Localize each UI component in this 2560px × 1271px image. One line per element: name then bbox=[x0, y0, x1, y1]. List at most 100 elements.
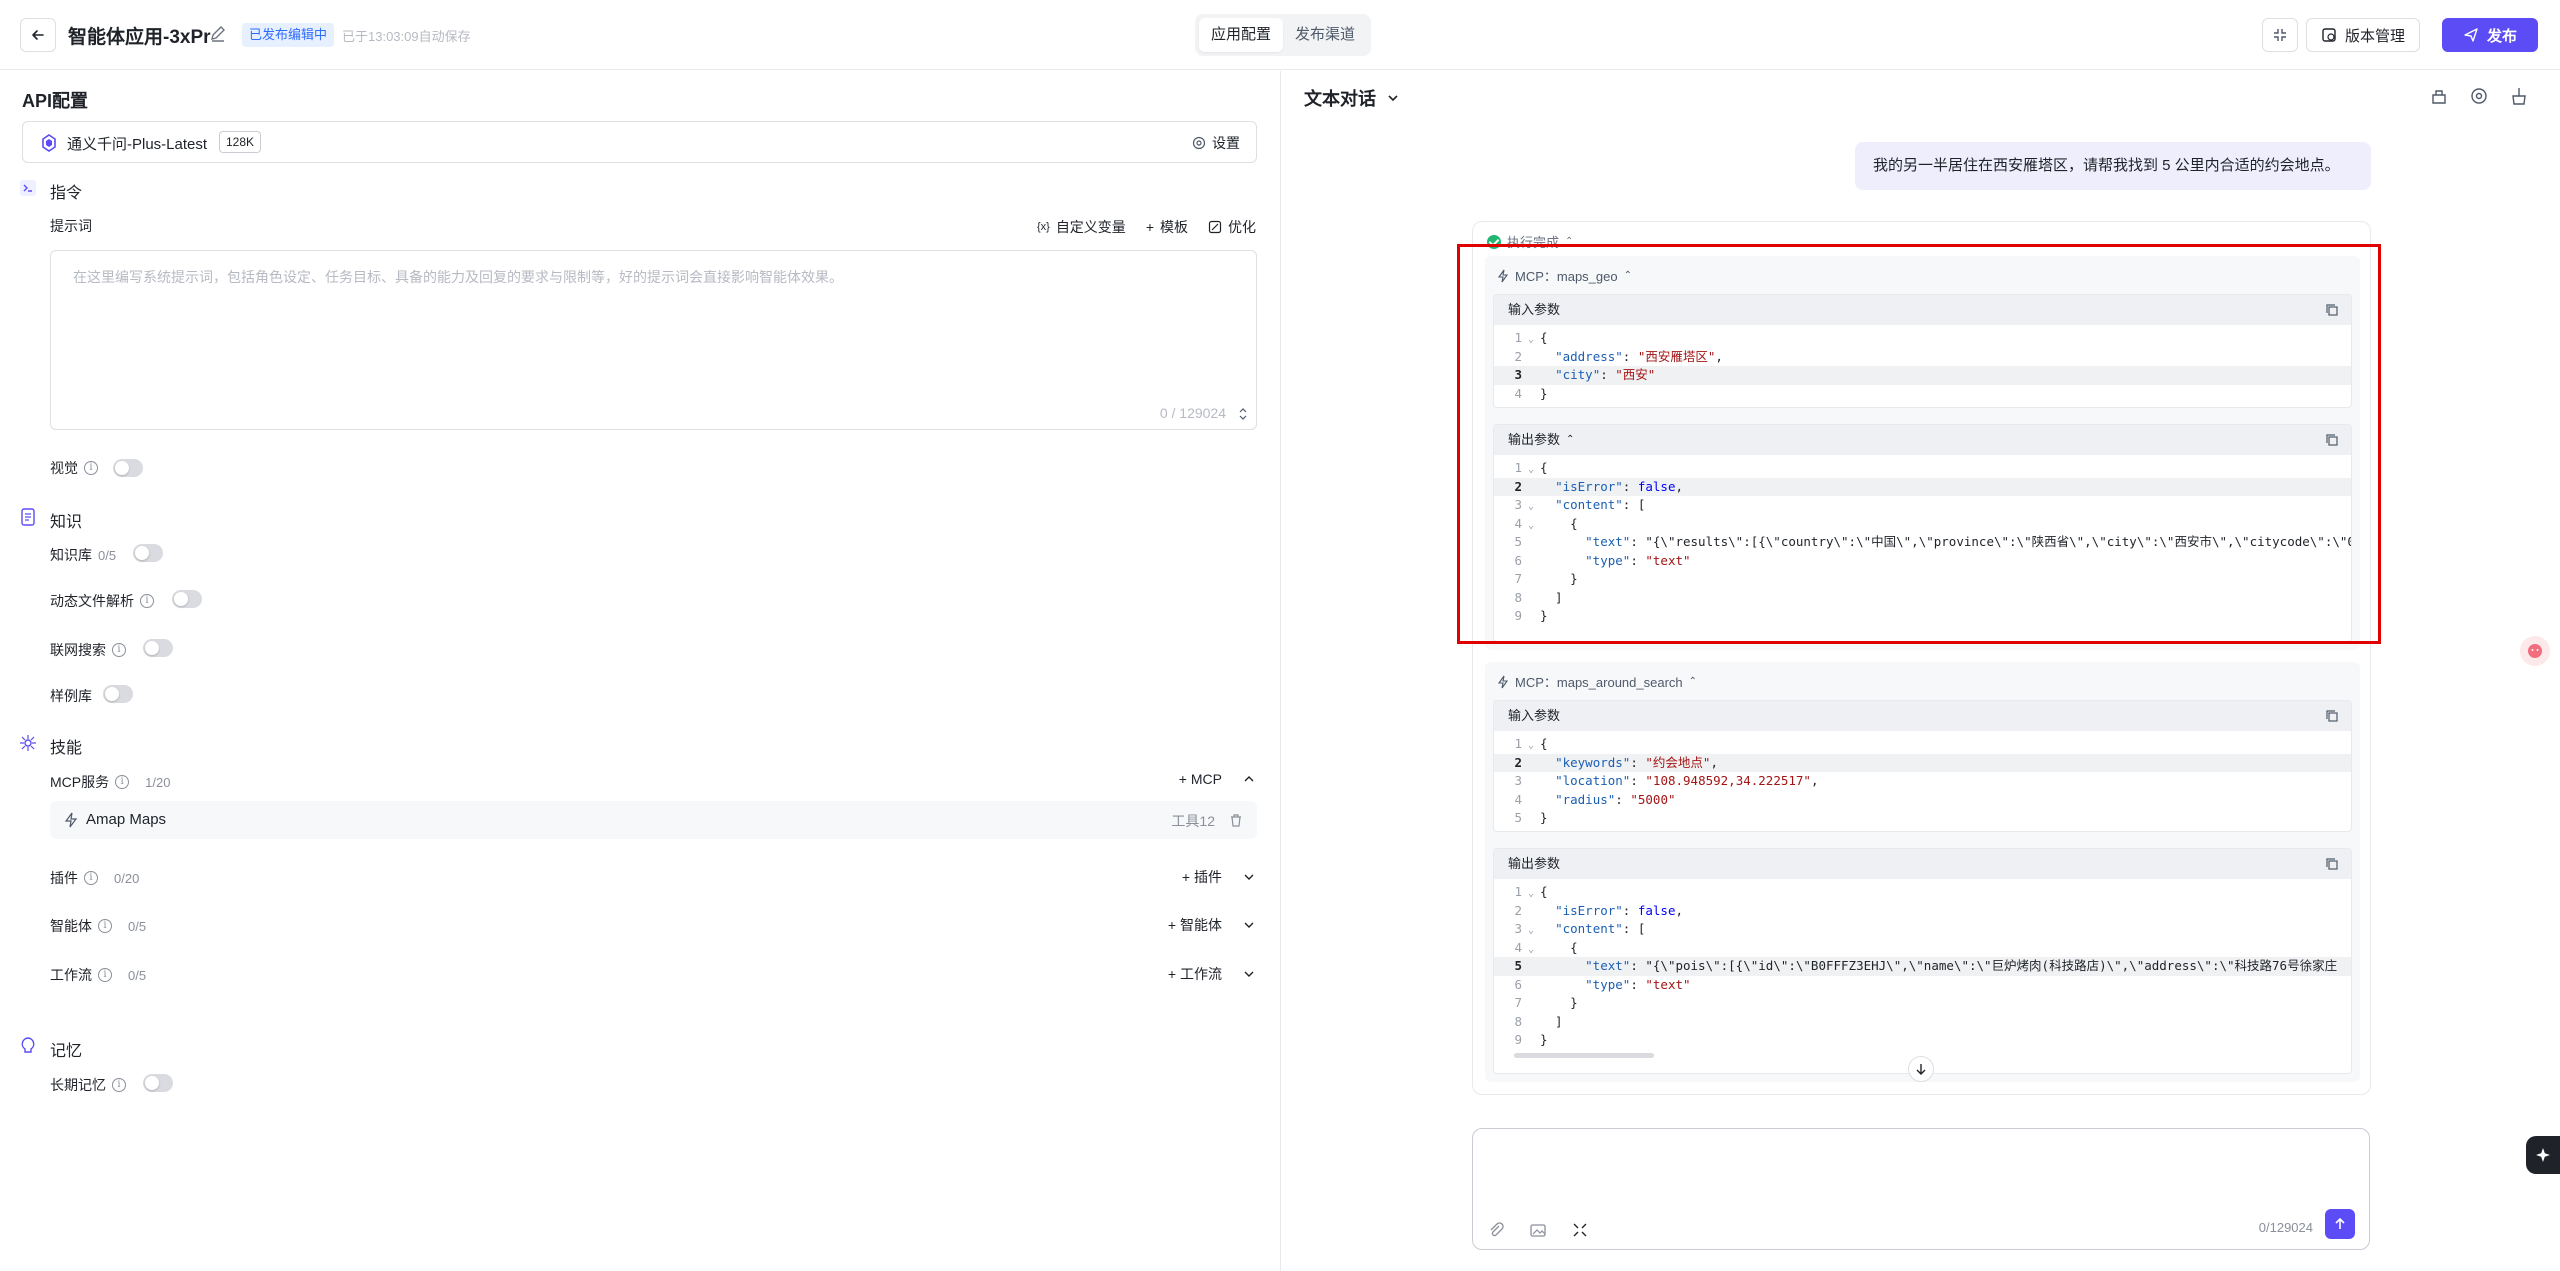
info-icon: i bbox=[140, 594, 154, 608]
add-agent-label: 智能体 bbox=[1180, 917, 1222, 933]
info-icon: i bbox=[84, 871, 98, 885]
doc-parse-toggle[interactable] bbox=[172, 590, 202, 608]
web-search-toggle[interactable] bbox=[143, 639, 173, 657]
scroll-to-bottom-button[interactable] bbox=[1908, 1056, 1934, 1082]
chat-toolbar bbox=[2428, 85, 2530, 107]
bolt-icon bbox=[1497, 675, 1509, 688]
tab-app-config[interactable]: 应用配置 bbox=[1199, 18, 1284, 52]
doc-parse-text: 动态文件解析 bbox=[50, 593, 134, 609]
add-mcp-button[interactable]: + MCP bbox=[1179, 771, 1222, 787]
model-name: 通义千问-Plus-Latest bbox=[67, 136, 208, 153]
header-tabs: 应用配置 发布渠道 bbox=[1195, 14, 1372, 56]
api-config-title: API配置 bbox=[22, 91, 89, 111]
floating-ai-button[interactable] bbox=[2526, 1136, 2560, 1174]
long-term-memory-toggle[interactable] bbox=[143, 1074, 173, 1092]
knowledge-base-toggle[interactable] bbox=[133, 544, 163, 562]
vision-label: 视觉 i bbox=[50, 458, 98, 478]
optimize-icon bbox=[1208, 220, 1222, 234]
chevron-up-icon[interactable] bbox=[1242, 772, 1256, 786]
prompt-placeholder: 在这里编写系统提示词，包括角色设定、任务目标、具备的能力及回复的要求与限制等，好… bbox=[73, 269, 843, 285]
floating-assistant-icon[interactable] bbox=[2520, 636, 2550, 666]
arrow-up-icon bbox=[2335, 1217, 2345, 1229]
web-search-text: 联网搜索 bbox=[50, 642, 106, 658]
resize-icon[interactable] bbox=[1238, 407, 1248, 421]
examples-toggle[interactable] bbox=[103, 685, 133, 703]
add-plugin-label: 插件 bbox=[1194, 869, 1222, 885]
back-button[interactable] bbox=[20, 18, 56, 52]
custom-variable-button[interactable]: {x} 自定义变量 bbox=[1037, 217, 1126, 237]
mcp-label-text: MCP服务 bbox=[50, 774, 110, 790]
knowledge-title: 知识 bbox=[50, 514, 83, 531]
add-mcp-label: MCP bbox=[1190, 771, 1222, 787]
chevron-down-icon[interactable] bbox=[1242, 870, 1256, 884]
image-icon[interactable] bbox=[1529, 1221, 1547, 1239]
chevron-down-icon[interactable] bbox=[1242, 967, 1256, 981]
workflow-actions: + 工作流 bbox=[1168, 964, 1256, 984]
code-line: 4 "radius": "5000" bbox=[1514, 791, 1676, 807]
mcp-item-amap[interactable]: Amap Maps 工具12 bbox=[50, 801, 1257, 839]
template-label: 模板 bbox=[1160, 219, 1188, 235]
workflow-count: 0/5 bbox=[128, 967, 147, 983]
copy-icon[interactable] bbox=[2325, 857, 2339, 871]
attachment-icon[interactable] bbox=[1487, 1221, 1505, 1239]
variable-icon: {x} bbox=[1036, 221, 1050, 233]
plus-icon: + bbox=[1145, 219, 1154, 235]
version-management-button[interactable]: 版本管理 bbox=[2306, 18, 2421, 52]
plus-icon: + bbox=[1181, 869, 1194, 885]
input-counter: 0/129024 bbox=[2258, 1220, 2313, 1235]
long-term-memory-label: 长期记忆 i bbox=[50, 1075, 126, 1095]
chevron-down-icon[interactable] bbox=[1242, 918, 1256, 932]
plus-icon: + bbox=[1178, 771, 1191, 787]
web-search-label: 联网搜索 i bbox=[50, 640, 126, 660]
settings-icon bbox=[1192, 136, 1206, 150]
publish-button[interactable]: 发布 bbox=[2442, 18, 2538, 52]
fullscreen-button[interactable] bbox=[2262, 18, 2298, 52]
copy-icon[interactable] bbox=[2325, 709, 2339, 723]
arrow-left-icon bbox=[32, 30, 44, 40]
add-workflow-button[interactable]: + 工作流 bbox=[1168, 964, 1222, 984]
code-line: 7 } bbox=[1514, 995, 1578, 1010]
edit-icon[interactable] bbox=[208, 24, 228, 44]
settings-icon[interactable] bbox=[2468, 85, 2490, 107]
memory-title: 记忆 bbox=[50, 1043, 83, 1060]
kb-label-text: 知识库 bbox=[50, 547, 92, 563]
model-selector[interactable]: 通义千问-Plus-Latest 128K 设置 bbox=[22, 121, 1257, 163]
chat-input[interactable] bbox=[1487, 1141, 2347, 1191]
vision-toggle[interactable] bbox=[113, 459, 143, 477]
chat-mode-selector[interactable]: 文本对话 bbox=[1304, 85, 1400, 111]
send-button[interactable] bbox=[2325, 1209, 2355, 1239]
code-line: 8 ] bbox=[1514, 1013, 1563, 1029]
examples-label: 样例库 bbox=[50, 688, 92, 704]
info-icon: i bbox=[112, 1078, 126, 1092]
app-title: 智能体应用-3xPr bbox=[68, 27, 211, 48]
agent-label-text: 智能体 bbox=[50, 918, 92, 934]
input-params-header: 输入参数 bbox=[1494, 701, 2351, 731]
code-line: 2 "keywords": "约会地点", bbox=[1494, 753, 2351, 772]
expand-icon[interactable] bbox=[1571, 1221, 1589, 1239]
mcp-call-header[interactable]: MCP：maps_around_search ⌃ bbox=[1497, 672, 1697, 691]
chevron-up-icon: ⌃ bbox=[1688, 676, 1698, 687]
skills-icon bbox=[20, 735, 36, 751]
optimize-button[interactable]: 优化 bbox=[1208, 217, 1256, 237]
publish-label: 发布 bbox=[2486, 27, 2517, 45]
model-settings-button[interactable]: 设置 bbox=[1192, 133, 1240, 153]
broom-icon[interactable] bbox=[2508, 85, 2530, 107]
workflow-label: 工作流 i 0/5 bbox=[50, 965, 146, 985]
mcp-actions: + MCP bbox=[1179, 771, 1256, 787]
template-button[interactable]: + 模板 bbox=[1146, 217, 1188, 237]
info-icon: i bbox=[98, 919, 112, 933]
agent-actions: + 智能体 bbox=[1168, 915, 1256, 935]
code-block: 1 ⌄{ 2 "keywords": "约会地点", 3 "location": … bbox=[1494, 731, 2351, 828]
add-plugin-button[interactable]: + 插件 bbox=[1182, 867, 1222, 887]
plugin-label-text: 插件 bbox=[50, 870, 78, 886]
input-toolbar bbox=[1487, 1221, 1589, 1239]
add-agent-button[interactable]: + 智能体 bbox=[1168, 915, 1222, 935]
prompt-textarea[interactable]: 在这里编写系统提示词，包括角色设定、任务目标、具备的能力及回复的要求与限制等，好… bbox=[50, 250, 1257, 430]
tab-publish-channel[interactable]: 发布渠道 bbox=[1283, 18, 1367, 52]
chevron-down-icon bbox=[1388, 95, 1398, 102]
code-line: 3 ⌄ "content": [ bbox=[1514, 921, 1646, 936]
clear-icon[interactable] bbox=[2428, 85, 2450, 107]
output-params-label: 输出参数 bbox=[1508, 856, 1561, 871]
prompt-counter: 0 / 129024 bbox=[1159, 405, 1226, 421]
trash-icon[interactable] bbox=[1229, 813, 1243, 827]
